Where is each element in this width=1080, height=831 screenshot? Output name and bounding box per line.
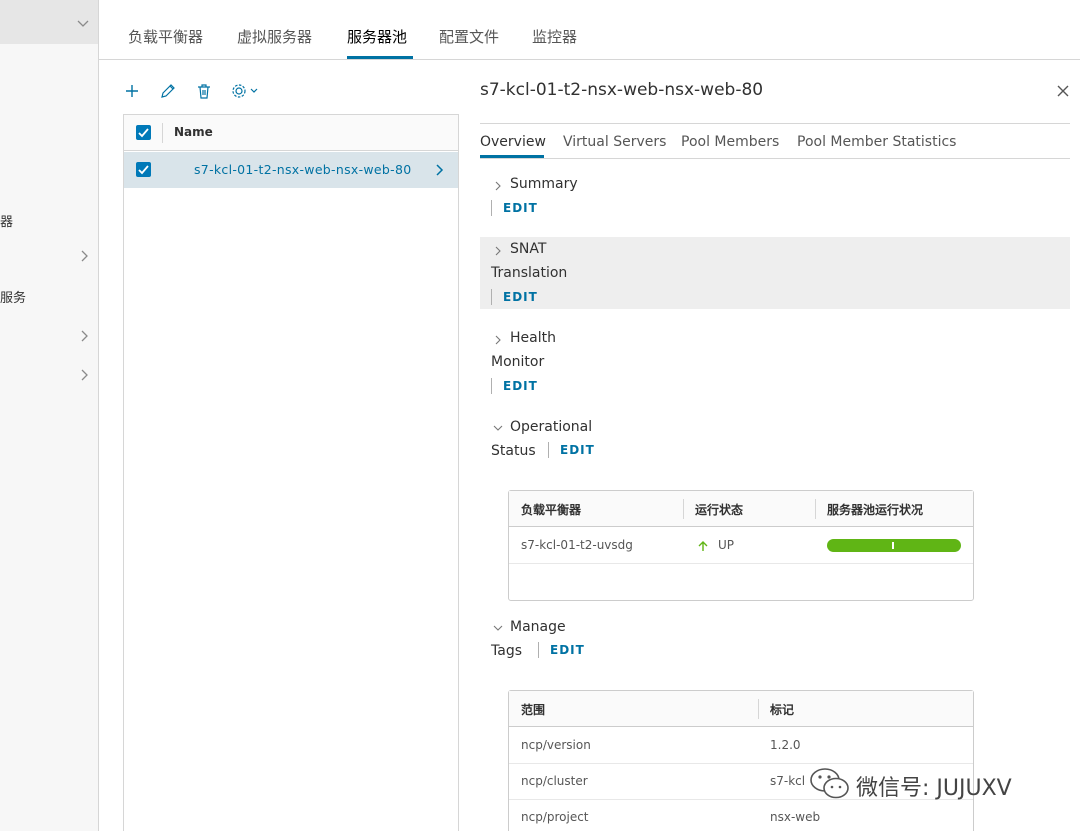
column-separator: [162, 123, 163, 143]
tag-scope-cell: ncp/cluster: [521, 774, 588, 788]
chevron-right-icon[interactable]: [77, 368, 91, 382]
wechat-logo-icon: [810, 768, 849, 799]
operational-edit-link[interactable]: EDIT: [560, 443, 595, 457]
list-header: Name: [124, 115, 458, 151]
summary-edit-link[interactable]: EDIT: [503, 201, 538, 215]
section-summary-title[interactable]: Summary: [510, 176, 578, 192]
snat-edit-link[interactable]: EDIT: [503, 290, 538, 304]
edit-separator: [548, 442, 549, 458]
chevron-down-icon[interactable]: [76, 16, 90, 30]
pool-name-link[interactable]: s7-kcl-01-t2-nsx-web-nsx-web-80: [194, 162, 411, 177]
health-bar-marker: [892, 542, 894, 549]
select-all-checkbox[interactable]: [136, 125, 151, 140]
edit-separator: [538, 642, 539, 658]
chevron-right-icon[interactable]: [77, 329, 91, 343]
subtab-overview[interactable]: Overview: [480, 134, 546, 150]
chevron-down-icon[interactable]: [492, 622, 504, 634]
column-header-scope[interactable]: 范围: [521, 701, 545, 718]
chevron-right-icon[interactable]: [492, 180, 504, 192]
nav-item-label[interactable]: 服务: [0, 287, 26, 306]
gear-icon[interactable]: [231, 82, 261, 100]
tab-profiles[interactable]: 配置文件: [439, 26, 499, 47]
health-edit-link[interactable]: EDIT: [503, 379, 538, 393]
detail-divider: [480, 123, 1070, 124]
row-divider: [509, 763, 973, 764]
arrow-up-icon: [698, 541, 708, 551]
section-operational-title[interactable]: Operational: [510, 419, 592, 435]
status-up-text: UP: [718, 538, 735, 552]
column-header-pool-health[interactable]: 服务器池运行状况: [827, 501, 923, 518]
section-manage-title[interactable]: Manage: [510, 619, 566, 635]
chevron-down-icon[interactable]: [492, 422, 504, 434]
column-header-tag[interactable]: 标记: [770, 701, 794, 718]
close-icon[interactable]: [1055, 83, 1071, 99]
subtab-divider: [480, 158, 1070, 159]
edit-separator: [491, 200, 492, 216]
column-separator: [758, 699, 759, 719]
tags-edit-link[interactable]: EDIT: [550, 643, 585, 657]
table-row[interactable]: s7-kcl-01-t2-nsx-web-nsx-web-80: [124, 152, 458, 188]
tab-virtual-servers[interactable]: 虚拟服务器: [237, 26, 312, 47]
chevron-right-icon[interactable]: [492, 245, 504, 257]
section-health-title[interactable]: Health: [510, 330, 556, 346]
tab-monitors[interactable]: 监控器: [532, 26, 577, 47]
column-separator: [815, 499, 816, 519]
chevron-right-icon[interactable]: [433, 164, 445, 176]
section-manage-title-line2[interactable]: Tags: [491, 643, 522, 659]
section-operational-title-line2[interactable]: Status: [491, 443, 536, 459]
section-snat-title[interactable]: SNAT: [510, 241, 546, 257]
left-navigation: 器 服务: [0, 0, 99, 831]
column-header-lb[interactable]: 负载平衡器: [521, 501, 581, 518]
check-icon: [138, 128, 149, 138]
tag-value-cell: nsx-web: [770, 810, 821, 824]
tag-scope-cell: ncp/version: [521, 738, 591, 752]
row-checkbox[interactable]: [136, 162, 151, 177]
section-snat-title-line2[interactable]: Translation: [491, 265, 567, 281]
tab-load-balancers[interactable]: 负载平衡器: [128, 26, 203, 47]
trash-icon[interactable]: [195, 82, 213, 100]
lb-name-cell: s7-kcl-01-t2-uvsdg: [521, 538, 633, 552]
subtab-virtual-servers[interactable]: Virtual Servers: [563, 134, 666, 150]
nav-item-label[interactable]: 器: [0, 211, 13, 230]
column-header-name[interactable]: Name: [174, 125, 213, 139]
pencil-icon[interactable]: [159, 82, 177, 100]
row-divider: [509, 563, 973, 564]
operational-status-table: 负载平衡器 运行状态 服务器池运行状况 s7-kcl-01-t2-uvsdg U…: [508, 490, 974, 601]
tags-table: 范围 标记 ncp/version 1.2.0 ncp/cluster s7-k…: [508, 690, 974, 831]
check-icon: [138, 165, 149, 175]
section-health-title-line2[interactable]: Monitor: [491, 354, 544, 370]
pool-list-grid: Name s7-kcl-01-t2-nsx-web-nsx-web-80: [123, 114, 459, 831]
tag-value-cell: 1.2.0: [770, 738, 801, 752]
tab-divider: [99, 59, 1080, 60]
edit-separator: [491, 378, 492, 394]
tab-server-pools[interactable]: 服务器池: [347, 26, 407, 47]
column-header-status[interactable]: 运行状态: [695, 501, 743, 518]
column-separator: [683, 499, 684, 519]
plus-icon[interactable]: [123, 82, 141, 100]
detail-title: s7-kcl-01-t2-nsx-web-nsx-web-80: [480, 80, 764, 100]
edit-separator: [491, 289, 492, 305]
watermark-text: 微信号: JUJUXV: [856, 776, 1012, 801]
subtab-pool-member-statistics[interactable]: Pool Member Statistics: [797, 134, 956, 150]
chevron-right-icon[interactable]: [492, 334, 504, 346]
snat-section-highlight: [480, 237, 1070, 309]
tag-scope-cell: ncp/project: [521, 810, 589, 824]
table-header: [509, 691, 973, 727]
chevron-right-icon[interactable]: [77, 249, 91, 263]
subtab-pool-members[interactable]: Pool Members: [681, 134, 779, 150]
tag-value-cell: s7-kcl: [770, 774, 806, 788]
pool-health-bar: [827, 539, 961, 552]
